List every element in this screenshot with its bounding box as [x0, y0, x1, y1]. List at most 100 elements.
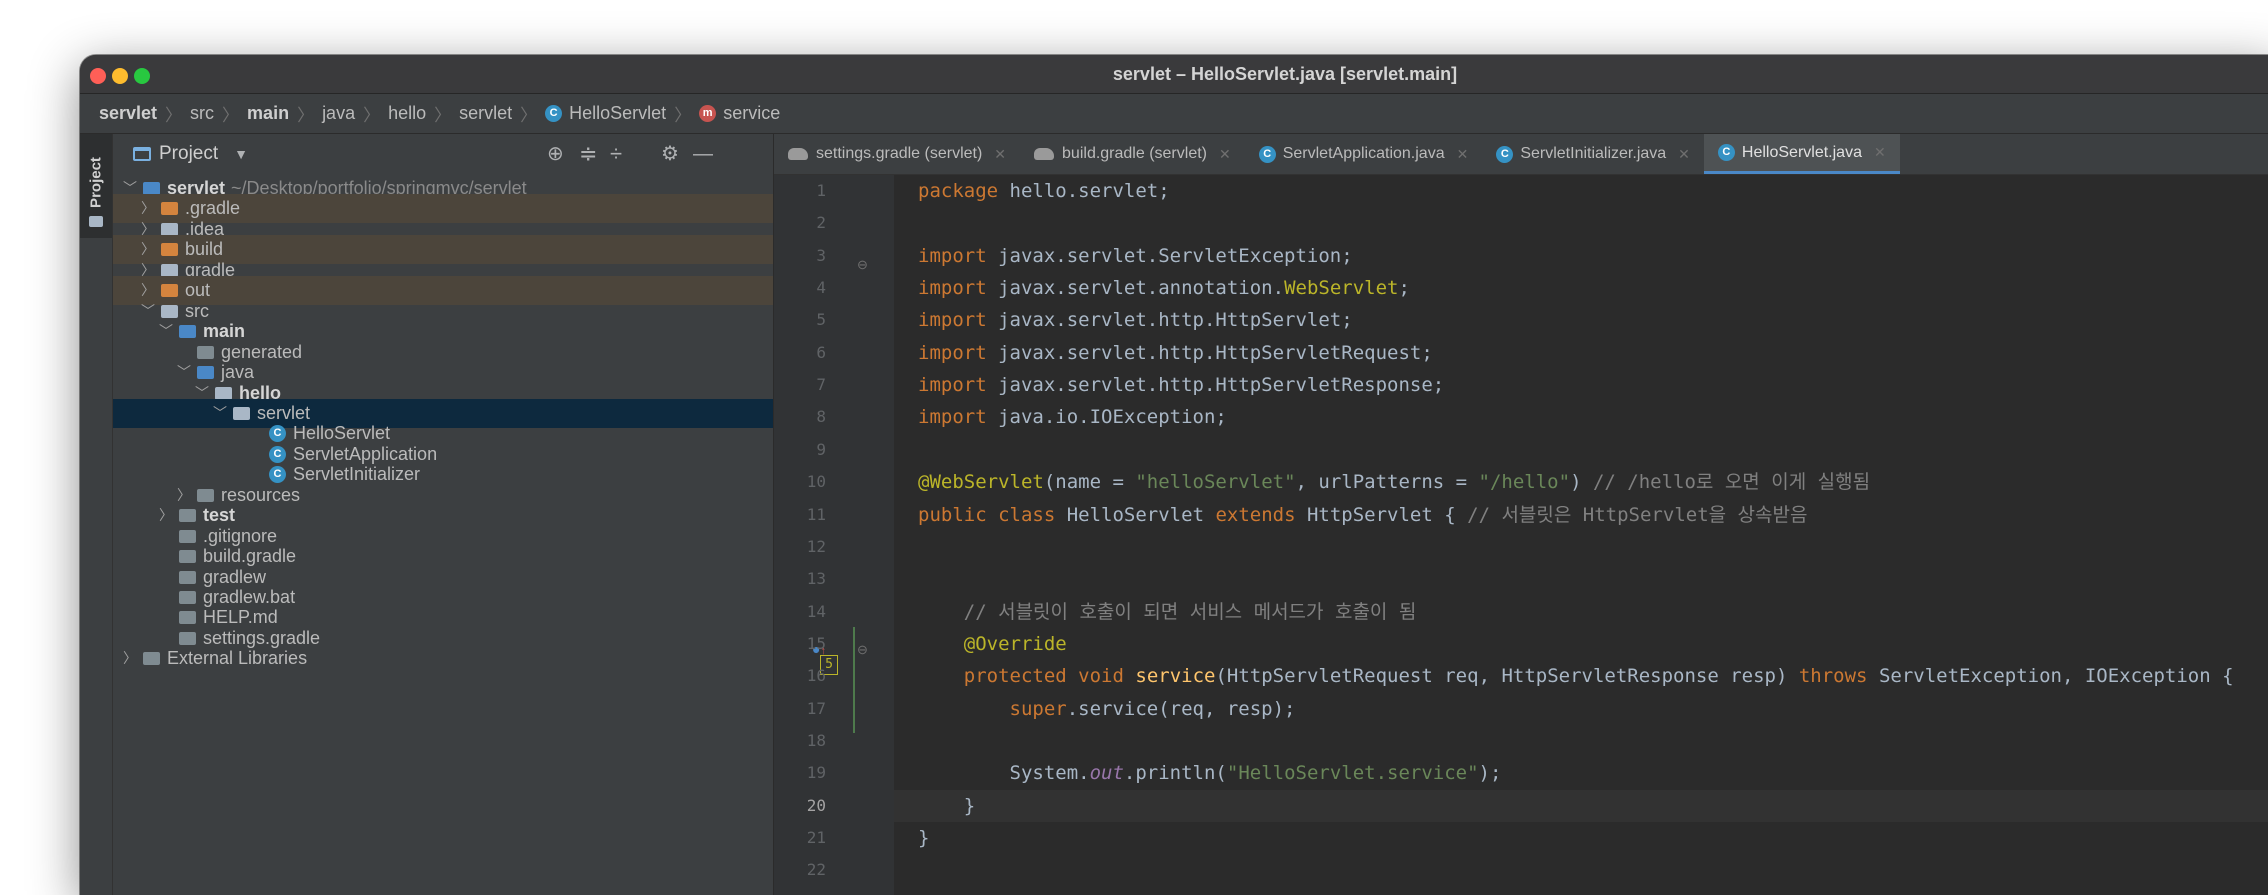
code-line[interactable]: System.out.println("HelloServlet.service…	[894, 757, 2268, 789]
folder-icon	[161, 222, 178, 236]
code-line[interactable]: import javax.servlet.http.HttpServletRes…	[894, 369, 2268, 401]
generated-folder-icon	[197, 345, 214, 359]
code-line[interactable]	[894, 531, 2268, 563]
title-bar: servlet – HelloServlet.java [servlet.mai…	[80, 55, 2268, 94]
code-line[interactable]	[894, 563, 2268, 595]
code-line[interactable]: }	[894, 789, 2268, 822]
breadcrumb-item[interactable]: C HelloServlet	[545, 103, 666, 124]
breadcrumb-item[interactable]: servlet	[99, 103, 157, 124]
close-tab-icon[interactable]: ✕	[1219, 146, 1231, 163]
code-line[interactable]: import javax.servlet.ServletException;	[894, 240, 2268, 272]
breadcrumb-item[interactable]: java	[322, 103, 355, 124]
breadcrumb-label: hello	[388, 103, 427, 123]
gradle-icon	[788, 148, 808, 160]
code-line[interactable]: super.service(req, resp);	[894, 693, 2268, 725]
code-line[interactable]: package hello.servlet;	[894, 175, 2268, 207]
project-panel: Project ▼ ⊕ ≑ ÷ ⚙ — ﹀ servlet ~/Desktop/po…	[113, 134, 774, 895]
line-number: 6	[816, 342, 826, 362]
code-line[interactable]: import java.io.IOException;	[894, 401, 2268, 433]
code-line[interactable]: @Override	[894, 628, 2268, 660]
project-view-selector[interactable]: Project	[159, 143, 218, 165]
line-number: 4	[816, 278, 826, 298]
file-icon	[179, 591, 196, 604]
code-line[interactable]: import javax.servlet.http.HttpServletReq…	[894, 337, 2268, 369]
breadcrumb-label: java	[322, 103, 356, 123]
hide-panel-icon[interactable]: —	[693, 134, 713, 174]
breadcrumb-label: service	[723, 103, 781, 123]
folder-icon	[161, 263, 178, 277]
editor-tab[interactable]: settings.gradle (servlet) ✕	[774, 134, 1020, 174]
line-number: 8	[816, 407, 826, 427]
breadcrumb-separator: 〉	[222, 106, 240, 125]
expand-all-icon[interactable]: ≑	[579, 134, 597, 174]
folder-excluded-icon	[161, 284, 178, 298]
line-number: 13	[806, 569, 826, 589]
window-title: servlet – HelloServlet.java [servlet.mai…	[1112, 64, 1458, 84]
breadcrumb-item[interactable]: servlet	[459, 103, 512, 124]
editor-tab[interactable]: C HelloServlet.java ✕	[1703, 134, 1900, 174]
gear-icon[interactable]: ⚙	[661, 134, 679, 174]
module-icon	[143, 182, 160, 195]
code-line[interactable]	[894, 207, 2268, 239]
chevron-right-icon[interactable]: 〉	[123, 644, 137, 673]
breadcrumb-item[interactable]: main	[247, 103, 289, 124]
fold-marker-icon[interactable]: ⊖	[857, 257, 868, 273]
line-number: 16	[806, 666, 826, 686]
resources-folder-icon	[197, 488, 214, 502]
close-tab-icon[interactable]: ✕	[994, 146, 1006, 163]
breadcrumb-separator: 〉	[434, 106, 452, 125]
ide-window: servlet – HelloServlet.java [servlet.mai…	[80, 55, 2268, 895]
breadcrumb-label: servlet	[99, 103, 158, 123]
file-icon	[179, 529, 196, 543]
project-panel-header: Project ▼ ⊕ ≑ ÷ ⚙ —	[113, 134, 773, 174]
line-number: 3	[816, 245, 826, 265]
code-line[interactable]	[894, 854, 2268, 886]
editor-tab[interactable]: build.gradle (servlet) ✕	[1020, 134, 1245, 174]
terminal-file-icon	[179, 570, 196, 584]
markdown-file-icon	[179, 611, 196, 625]
close-tab-icon[interactable]: ✕	[1874, 144, 1886, 161]
editor-tabs: settings.gradle (servlet) ✕ build.gradle (…	[774, 134, 2268, 175]
locate-file-icon[interactable]: ⊕	[547, 134, 564, 174]
breadcrumb-separator: 〉	[674, 106, 692, 125]
breadcrumb-label: main	[247, 103, 290, 123]
breadcrumb-item[interactable]: m service	[699, 103, 780, 124]
folder-icon	[161, 304, 178, 318]
code-content[interactable]: package hello.servlet; import javax.servl…	[894, 175, 2268, 895]
folder-excluded-icon	[161, 243, 178, 257]
project-tool-window-tab[interactable]: Project	[80, 134, 112, 238]
dropdown-arrow-icon[interactable]: ▼	[234, 146, 248, 162]
code-line[interactable]	[894, 434, 2268, 466]
source-root-icon	[179, 325, 196, 339]
editor-tab[interactable]: C ServletInitializer.java ✕	[1482, 134, 1704, 174]
fold-marker-icon[interactable]: ⊖	[857, 642, 868, 658]
code-line[interactable]: // 서블릿이 호출이 되면 서비스 메서드가 호출이 됨	[894, 596, 2268, 628]
editor-tab[interactable]: C ServletApplication.java ✕	[1245, 134, 1483, 174]
code-line[interactable]: public class HelloServlet extends HttpSe…	[894, 499, 2268, 531]
code-line[interactable]: }	[894, 822, 2268, 854]
tab-label: HelloServlet.java	[1741, 143, 1862, 161]
close-tab-icon[interactable]: ✕	[1457, 146, 1469, 163]
tab-label: build.gradle (servlet)	[1062, 145, 1207, 162]
breadcrumb-item[interactable]: src	[190, 103, 214, 124]
gradle-icon	[1034, 148, 1055, 160]
class-icon: C	[1496, 145, 1514, 163]
code-line[interactable]: import javax.servlet.annotation.WebServl…	[894, 272, 2268, 304]
line-number: 18	[806, 730, 826, 750]
gradle-icon	[179, 631, 196, 645]
collapse-all-icon[interactable]: ÷	[610, 134, 622, 174]
project-view-icon	[133, 147, 151, 161]
breadcrumb-item[interactable]: hello	[388, 103, 426, 124]
class-icon: C	[545, 105, 563, 122]
tree-item[interactable]: 〉 External Libraries	[113, 644, 773, 673]
line-number: 20	[806, 795, 826, 815]
folder-icon	[89, 216, 103, 227]
line-number: 7	[816, 375, 826, 395]
close-tab-icon[interactable]: ✕	[1678, 146, 1690, 163]
code-line[interactable]: protected void service(HttpServletReques…	[894, 660, 2268, 692]
code-line[interactable]: @WebServlet(name = "helloServlet", urlPa…	[894, 466, 2268, 498]
code-line[interactable]: import javax.servlet.http.HttpServlet;	[894, 304, 2268, 336]
gradle-icon	[179, 550, 196, 564]
code-line[interactable]	[894, 725, 2268, 757]
line-number: 14	[806, 601, 826, 621]
